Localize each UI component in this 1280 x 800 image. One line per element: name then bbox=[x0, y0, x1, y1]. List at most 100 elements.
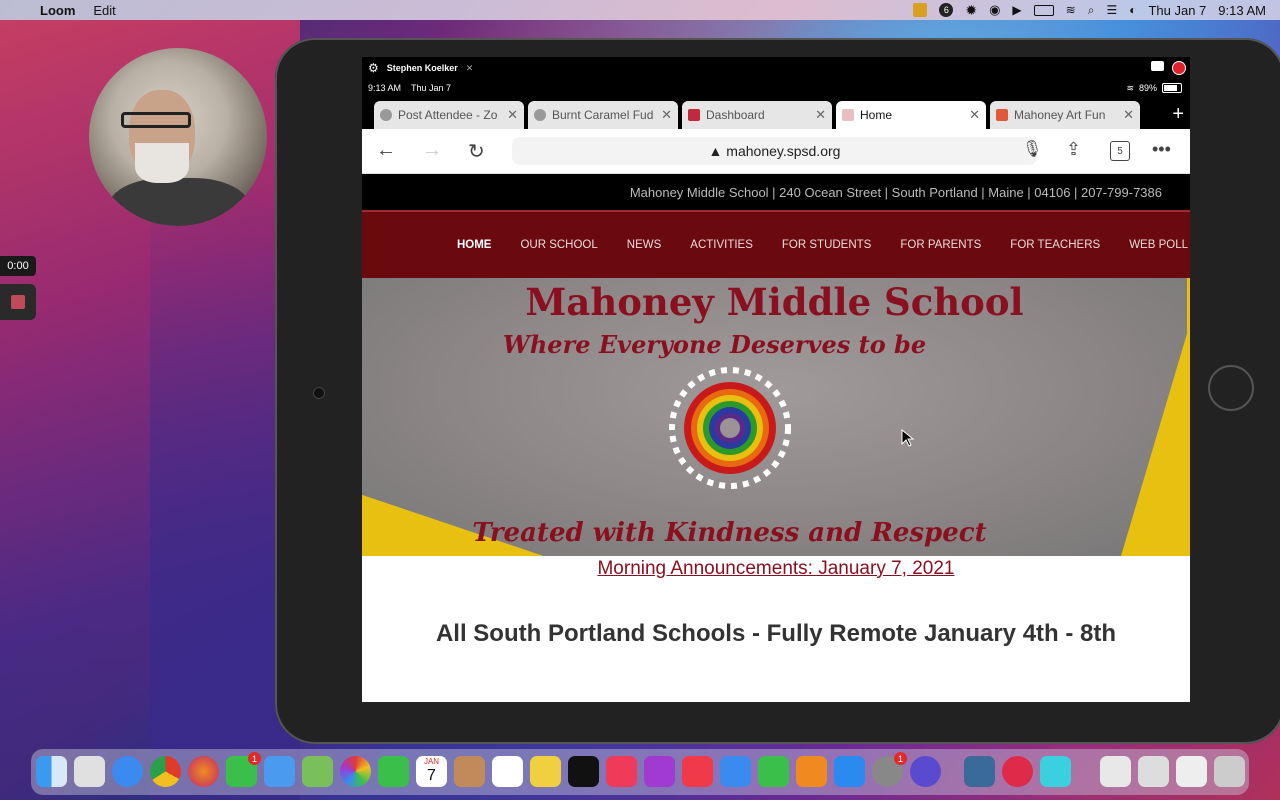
nav-for-parents[interactable]: FOR PARENTS bbox=[900, 239, 981, 251]
tab-label: Burnt Caramel Fud bbox=[552, 108, 654, 122]
calendar-day: 7 bbox=[427, 767, 436, 784]
address-bar-url: ▲ mahoney.spsd.org bbox=[708, 143, 841, 159]
forward-arrow-icon[interactable]: → bbox=[422, 139, 442, 162]
close-tab-icon[interactable]: ✕ bbox=[815, 107, 826, 123]
photos-icon[interactable] bbox=[340, 756, 371, 787]
close-tab-icon[interactable]: ✕ bbox=[1123, 107, 1134, 123]
loom-icon[interactable] bbox=[910, 756, 941, 787]
notes-status-icon[interactable] bbox=[913, 3, 928, 17]
announcement-link[interactable]: Morning Announcements: January 7, 2021 bbox=[597, 558, 954, 579]
mail-icon[interactable] bbox=[264, 756, 295, 787]
reload-icon[interactable]: ↻ bbox=[468, 139, 485, 164]
nav-home[interactable]: HOME bbox=[457, 239, 492, 251]
reminders-icon[interactable] bbox=[492, 756, 523, 787]
pages-icon[interactable] bbox=[796, 756, 827, 787]
webcam-person-glasses bbox=[121, 112, 191, 128]
contacts-icon[interactable] bbox=[454, 756, 485, 787]
menu-bar: Loom Edit 6 ✹ ◉ ▶ ≋ ⌕ ☰ ◐ Thu Jan 7 9:13… bbox=[0, 0, 1280, 20]
more-menu-icon[interactable]: ••• bbox=[1152, 139, 1171, 160]
nav-for-students[interactable]: FOR STUDENTS bbox=[782, 239, 871, 251]
tab-dashboard[interactable]: Dashboard ✕ bbox=[682, 101, 832, 129]
nav-news[interactable]: NEWS bbox=[627, 239, 662, 251]
close-tab-icon[interactable]: ✕ bbox=[507, 107, 518, 123]
nav-for-teachers[interactable]: FOR TEACHERS bbox=[1010, 239, 1100, 251]
quicktime-icon[interactable] bbox=[964, 756, 995, 787]
trash-icon[interactable] bbox=[1214, 756, 1245, 787]
keynote-icon[interactable] bbox=[720, 756, 751, 787]
app-menu-loom[interactable]: Loom bbox=[40, 3, 75, 18]
notes-icon[interactable] bbox=[530, 756, 561, 787]
ipad-home-button[interactable] bbox=[1208, 365, 1254, 411]
webcam-person-hoodie bbox=[109, 178, 249, 226]
maps-icon[interactable] bbox=[302, 756, 333, 787]
tab-post-attendee[interactable]: Post Attendee - Zo ✕ bbox=[374, 101, 524, 129]
notification-count-badge[interactable]: 6 bbox=[939, 3, 954, 17]
tab-home[interactable]: Home ✕ bbox=[836, 101, 986, 129]
hero-bottom-text: Treated with Kindness and Respect bbox=[472, 518, 987, 548]
screenshot-file-icon[interactable] bbox=[1138, 756, 1169, 787]
chrome-icon[interactable] bbox=[150, 756, 181, 787]
siri-icon[interactable]: ◐ bbox=[1129, 3, 1136, 17]
stop-recording-button[interactable] bbox=[0, 284, 36, 320]
record-icon[interactable] bbox=[1172, 61, 1186, 75]
share-bar-user: Stephen Koelker bbox=[386, 63, 458, 73]
clock-time[interactable]: 9:13 AM bbox=[1218, 3, 1266, 18]
page-headline: All South Portland Schools - Fully Remot… bbox=[435, 620, 1117, 647]
apple-tv-icon[interactable] bbox=[568, 756, 599, 787]
webcam-person-beard bbox=[135, 143, 189, 183]
music-icon[interactable] bbox=[606, 756, 637, 787]
camera-icon[interactable] bbox=[1151, 61, 1164, 71]
globe-icon bbox=[534, 109, 546, 121]
record-status-icon[interactable]: ◉ bbox=[989, 2, 1000, 18]
screen-share-bar: ⚙ Stephen Koelker ✕ bbox=[362, 57, 1190, 79]
ipad-battery-icon bbox=[1162, 83, 1182, 93]
clock-date[interactable]: Thu Jan 7 bbox=[1148, 3, 1206, 18]
share-icon[interactable]: ⇪ bbox=[1066, 139, 1081, 160]
new-tab-icon[interactable]: + bbox=[1172, 103, 1184, 126]
numbers-icon[interactable] bbox=[758, 756, 789, 787]
search-icon[interactable]: ⌕ bbox=[1088, 3, 1095, 18]
app-store-icon[interactable] bbox=[834, 756, 865, 787]
tab-burnt-caramel[interactable]: Burnt Caramel Fud ✕ bbox=[528, 101, 678, 129]
facetime-icon[interactable] bbox=[378, 756, 409, 787]
messages-icon[interactable]: 1 bbox=[226, 752, 261, 787]
microphone-icon[interactable]: 🎙 bbox=[1022, 139, 1042, 159]
nav-activities[interactable]: ACTIVITIES bbox=[690, 239, 753, 251]
address-bar[interactable]: ▲ mahoney.spsd.org bbox=[512, 137, 1037, 165]
launchpad-icon[interactable] bbox=[74, 756, 105, 787]
art-favicon bbox=[996, 109, 1008, 121]
nav-our-school[interactable]: OUR SCHOOL bbox=[520, 239, 597, 251]
screenshot-app-icon[interactable] bbox=[1040, 756, 1071, 787]
wifi-icon[interactable]: ≋ bbox=[1066, 3, 1076, 17]
site-contact-text: Mahoney Middle School | 240 Ocean Street… bbox=[629, 184, 1162, 200]
battery-icon[interactable] bbox=[1033, 4, 1054, 16]
gear-icon[interactable]: ⚙ bbox=[368, 61, 379, 75]
finder-icon[interactable] bbox=[36, 756, 67, 787]
news-icon[interactable] bbox=[682, 756, 713, 787]
close-tab-icon[interactable]: ✕ bbox=[661, 107, 672, 123]
tab-mahoney-art[interactable]: Mahoney Art Fun ✕ bbox=[990, 101, 1140, 129]
ipad-status-date: Thu Jan 7 bbox=[411, 83, 452, 93]
screenshot-file-icon-2[interactable] bbox=[1176, 756, 1207, 787]
close-tab-icon[interactable]: ✕ bbox=[969, 107, 980, 123]
control-center-icon[interactable]: ☰ bbox=[1106, 3, 1117, 17]
airmail-icon[interactable] bbox=[1002, 756, 1033, 787]
close-share-icon[interactable]: ✕ bbox=[466, 63, 474, 74]
tab-overview-button[interactable]: 5 bbox=[1110, 141, 1130, 161]
safari-icon[interactable] bbox=[112, 756, 143, 787]
menu-edit[interactable]: Edit bbox=[93, 3, 115, 18]
rainbow-circle-logo bbox=[669, 367, 791, 489]
system-preferences-icon[interactable]: 1 bbox=[872, 752, 907, 787]
firefox-icon[interactable] bbox=[188, 756, 219, 787]
back-arrow-icon[interactable]: ← bbox=[376, 139, 396, 162]
nav-web-poll[interactable]: WEB POLL bbox=[1129, 239, 1188, 251]
podcasts-icon[interactable] bbox=[644, 756, 675, 787]
sun-icon[interactable]: ✹ bbox=[965, 2, 977, 19]
hero-image: Mahoney Middle School Where Everyone Des… bbox=[362, 278, 1190, 556]
play-icon[interactable]: ▶ bbox=[1012, 3, 1021, 17]
ipad-screen: ⚙ Stephen Koelker ✕ 9:13 AM Thu Jan 7 ≋ … bbox=[362, 57, 1190, 702]
document-icon[interactable] bbox=[1100, 756, 1131, 787]
calendar-icon[interactable]: JAN 7 bbox=[416, 756, 447, 787]
webcam-bubble[interactable] bbox=[89, 48, 267, 226]
dock: 1 JAN 7 1 bbox=[31, 749, 1249, 795]
